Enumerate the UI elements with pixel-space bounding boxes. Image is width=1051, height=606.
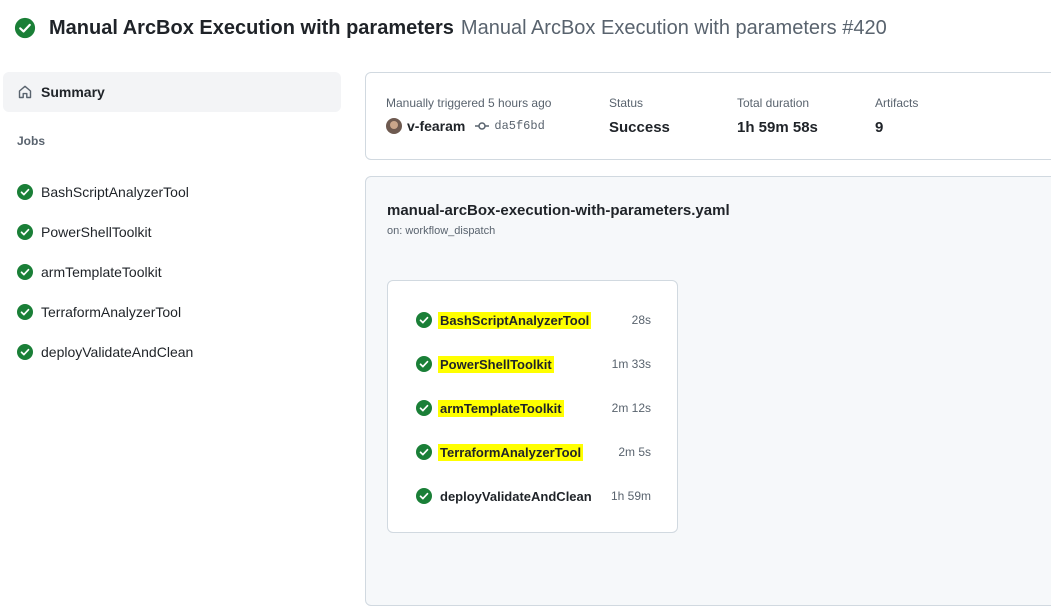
- sidebar-job-deployvalidateandclean[interactable]: deployValidateAndClean: [0, 332, 342, 372]
- job-label: armTemplateToolkit: [41, 264, 162, 280]
- artifacts-caption: Artifacts: [875, 96, 919, 110]
- success-check-icon: [416, 312, 432, 328]
- workflow-graph-card: manual-arcBox-execution-with-parameters.…: [365, 176, 1051, 606]
- sidebar-item-label: Summary: [41, 84, 105, 100]
- success-check-icon: [17, 344, 33, 360]
- graph-job-terraformanalyzertool[interactable]: TerraformAnalyzerTool 2m 5s: [416, 440, 656, 464]
- job-label: PowerShellToolkit: [41, 224, 152, 240]
- sidebar-item-summary[interactable]: Summary: [3, 72, 341, 112]
- graph-job-name: BashScriptAnalyzerTool: [438, 311, 592, 329]
- graph-job-duration: 1m 33s: [611, 357, 651, 371]
- workflow-file-name[interactable]: manual-arcBox-execution-with-parameters.…: [387, 202, 730, 219]
- graph-job-duration: 28s: [631, 313, 651, 327]
- status-info: Status Success: [609, 96, 670, 136]
- actor-link[interactable]: v-fearam: [407, 118, 465, 134]
- status-caption: Status: [609, 96, 644, 110]
- run-name: Manual ArcBox Execution with parameters …: [460, 16, 887, 39]
- graph-job-armtemplatetoolkit[interactable]: armTemplateToolkit 2m 12s: [416, 396, 656, 420]
- success-check-icon: [17, 304, 33, 320]
- run-summary-card: Manually triggered 5 hours ago v-fearam …: [365, 72, 1051, 160]
- job-label: TerraformAnalyzerTool: [41, 304, 182, 320]
- artifacts-count[interactable]: 9: [875, 119, 918, 136]
- graph-job-bashscriptanalyzertool[interactable]: BashScriptAnalyzerTool 28s: [416, 308, 656, 332]
- git-commit-icon: [475, 122, 490, 130]
- success-check-icon: [14, 17, 36, 39]
- success-check-icon: [416, 488, 432, 504]
- trigger-caption: Manually triggered 5 hours ago: [386, 96, 552, 110]
- artifacts-info: Artifacts 9: [875, 96, 918, 136]
- workflow-trigger: on: workflow_dispatch: [387, 225, 496, 237]
- job-label: deployValidateAndClean: [41, 344, 194, 360]
- graph-job-powershelltoolkit[interactable]: PowerShellToolkit 1m 33s: [416, 352, 656, 376]
- sidebar: Summary Jobs BashScriptAnalyzerTool Powe…: [0, 72, 342, 360]
- sidebar-job-armtemplatetoolkit[interactable]: armTemplateToolkit: [0, 252, 342, 292]
- graph-job-name: deployValidateAndClean: [440, 488, 592, 504]
- sidebar-job-powershelltoolkit[interactable]: PowerShellToolkit: [0, 212, 342, 252]
- success-check-icon: [416, 444, 432, 460]
- graph-job-duration: 1h 59m: [610, 489, 651, 503]
- duration-caption: Total duration: [737, 96, 810, 110]
- workflow-title: Manual ArcBox Execution with parameters: [49, 16, 454, 39]
- duration-value: 1h 59m 58s: [737, 119, 818, 136]
- graph-job-name: armTemplateToolkit: [438, 399, 564, 417]
- success-check-icon: [416, 356, 432, 372]
- sidebar-job-terraformanalyzertool[interactable]: TerraformAnalyzerTool: [0, 292, 342, 332]
- job-graph: BashScriptAnalyzerTool 28s PowerShellToo…: [387, 280, 678, 533]
- graph-job-deployvalidateandclean[interactable]: deployValidateAndClean 1h 59m: [416, 484, 656, 508]
- graph-job-name: PowerShellToolkit: [438, 355, 554, 373]
- graph-job-name: TerraformAnalyzerTool: [438, 443, 584, 461]
- jobs-heading: Jobs: [17, 134, 46, 148]
- success-check-icon: [17, 224, 33, 240]
- trigger-info: Manually triggered 5 hours ago v-fearam …: [386, 96, 551, 134]
- home-icon: [18, 85, 32, 99]
- commit-link[interactable]: da5f6bd: [494, 119, 544, 133]
- status-value: Success: [609, 119, 670, 136]
- run-header: Manual ArcBox Execution with parameters …: [14, 14, 887, 42]
- success-check-icon: [17, 264, 33, 280]
- duration-info: Total duration 1h 59m 58s: [737, 96, 818, 136]
- graph-job-duration: 2m 12s: [611, 401, 651, 415]
- job-label: BashScriptAnalyzerTool: [41, 184, 189, 200]
- job-list: BashScriptAnalyzerTool PowerShellToolkit…: [0, 172, 342, 372]
- sidebar-job-bashscriptanalyzertool[interactable]: BashScriptAnalyzerTool: [0, 172, 342, 212]
- success-check-icon: [416, 400, 432, 416]
- avatar[interactable]: [386, 118, 402, 134]
- success-check-icon: [17, 184, 33, 200]
- graph-job-duration: 2m 5s: [618, 445, 651, 459]
